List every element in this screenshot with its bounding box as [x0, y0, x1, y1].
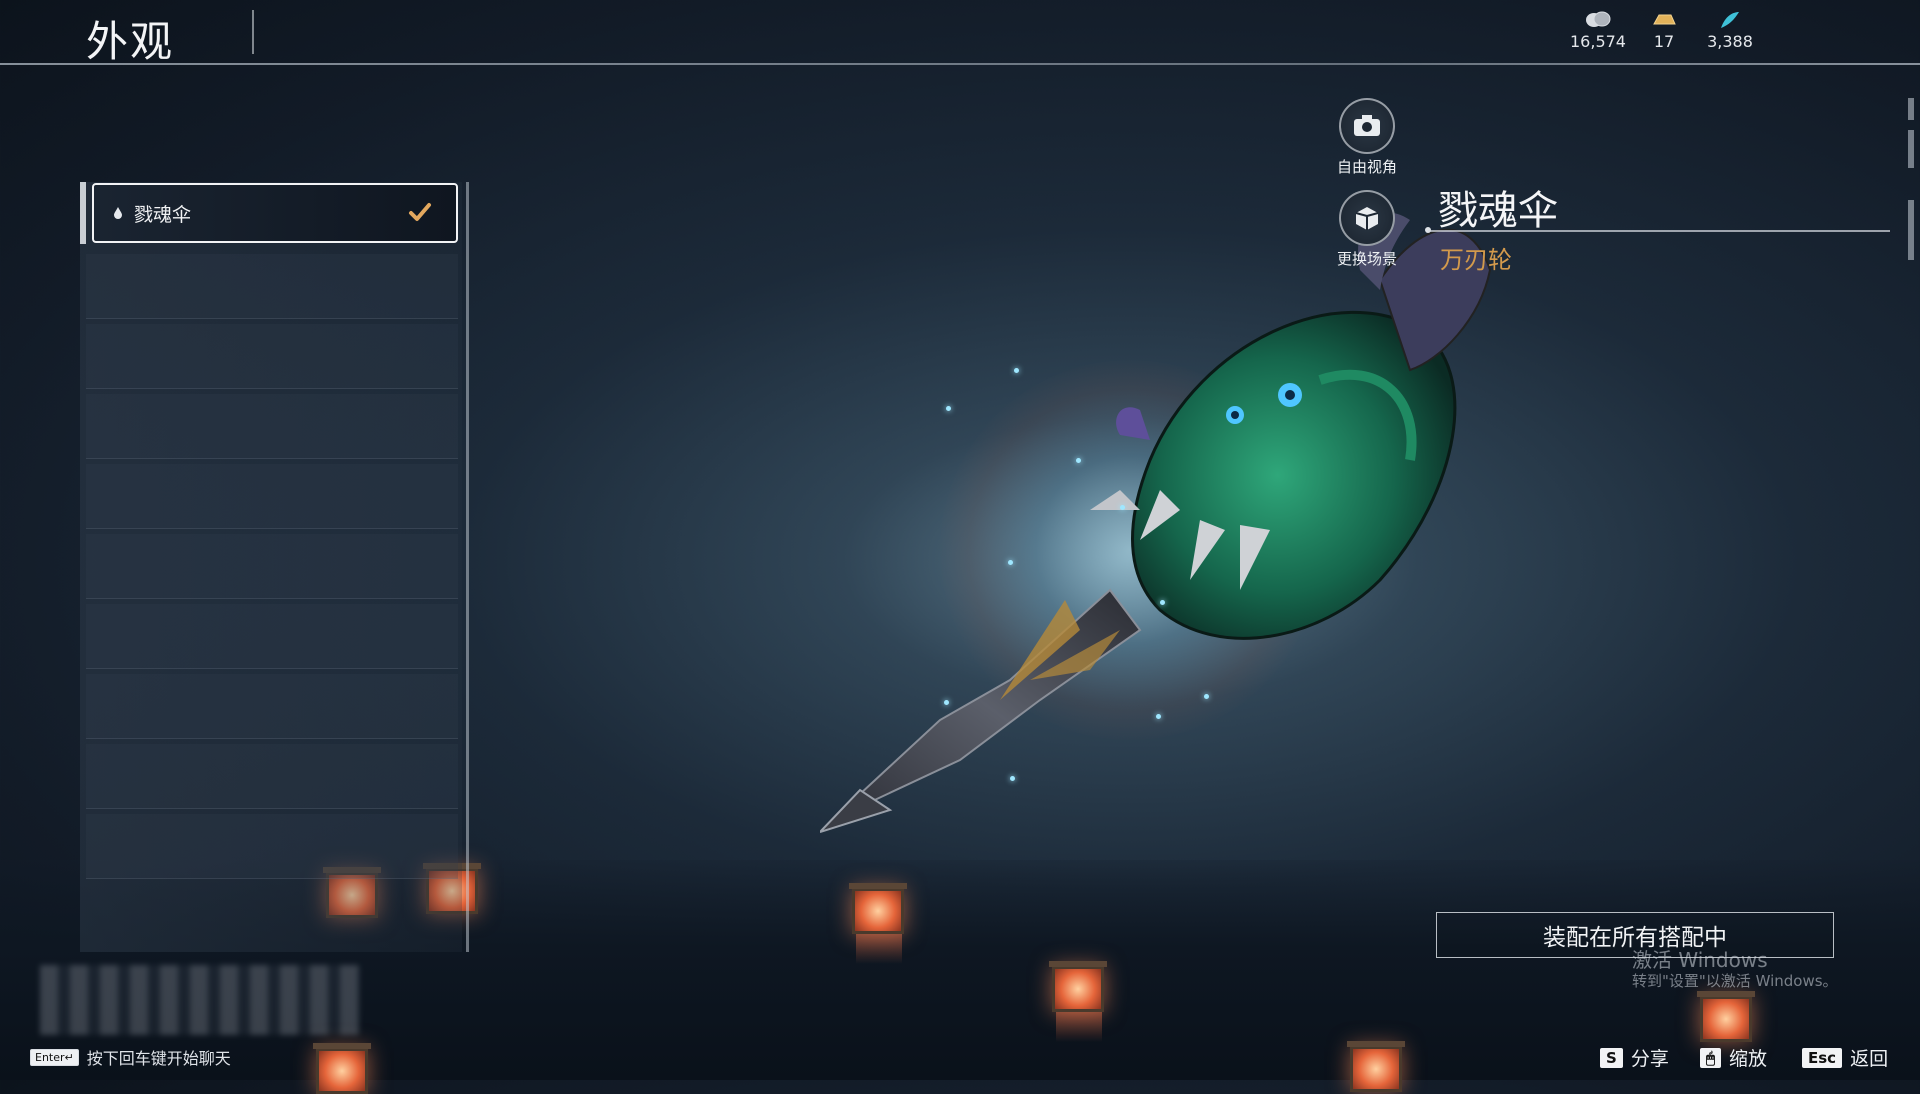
- chat-prompt[interactable]: Enter↵ 按下回车键开始聊天: [30, 1045, 231, 1069]
- item-weapon-type: 万刃轮: [1440, 246, 1512, 274]
- spark: [946, 406, 951, 411]
- enter-key-badge: Enter↵: [30, 1048, 79, 1066]
- spark: [1010, 776, 1015, 781]
- spark: [1014, 368, 1019, 373]
- skin-list-slot[interactable]: [86, 534, 458, 599]
- lantern-reflection: [856, 934, 902, 964]
- share-label: 分享: [1630, 1048, 1669, 1070]
- droplet-icon: [114, 207, 122, 219]
- scene-cube-icon: [1355, 207, 1379, 230]
- chat-prompt-text: 按下回车键开始聊天: [86, 1049, 231, 1068]
- spark: [1076, 458, 1081, 463]
- windows-watermark-subtitle: 转到"设置"以激活 Windows。: [1632, 972, 1838, 990]
- currency-coins: 16,574: [1568, 10, 1628, 51]
- skin-list-slot[interactable]: [86, 464, 458, 529]
- item-divider: [1428, 230, 1890, 232]
- spark: [1008, 560, 1013, 565]
- skin-list-scrollbar[interactable]: [466, 182, 469, 952]
- skin-list-slot[interactable]: [86, 394, 458, 459]
- currency-jade-value: 3,388: [1707, 32, 1753, 51]
- spark: [1160, 600, 1165, 605]
- page-title: 外观: [86, 17, 175, 66]
- right-scroll-marker: [1908, 130, 1914, 168]
- windows-watermark-title: 激活 Windows: [1632, 948, 1768, 972]
- floating-lantern: [1347, 1041, 1405, 1092]
- skin-list-slot[interactable]: [86, 254, 458, 319]
- mouse-icon: 🖱: [1700, 1047, 1722, 1068]
- share-hint[interactable]: S 分享: [1600, 1044, 1669, 1071]
- spark: [1156, 714, 1161, 719]
- lantern-reflection: [1056, 1012, 1102, 1042]
- esc-key: Esc: [1802, 1047, 1843, 1068]
- change-scene-label: 更换场景: [1336, 250, 1397, 268]
- back-hint[interactable]: Esc 返回: [1802, 1044, 1888, 1071]
- right-scroll-marker: [1908, 200, 1914, 260]
- skin-list-slot[interactable]: [86, 604, 458, 669]
- skin-list-slot[interactable]: [86, 324, 458, 389]
- floating-lantern: [849, 883, 907, 934]
- change-scene-tool[interactable]: 更换场景: [1337, 190, 1397, 268]
- currency-jade: 3,388: [1700, 10, 1760, 51]
- selection-rail: [80, 182, 86, 244]
- spark: [944, 700, 949, 705]
- share-key: S: [1600, 1047, 1623, 1068]
- zoom-label: 缩放: [1729, 1048, 1768, 1070]
- top-bar: 外观 16,574 17 3,388: [0, 0, 1920, 66]
- coin-stack-icon: [1586, 11, 1611, 27]
- jade-feather-icon: [1721, 12, 1739, 28]
- free-camera-tool[interactable]: 自由视角: [1337, 98, 1397, 176]
- skin-list-slot[interactable]: [86, 744, 458, 809]
- item-name: 戮魂伞: [1438, 188, 1558, 234]
- free-camera-button[interactable]: [1339, 98, 1395, 154]
- skin-list-item-selected[interactable]: 戮魂伞: [92, 183, 458, 243]
- top-divider: [0, 63, 1920, 65]
- floating-lantern: [313, 1043, 371, 1094]
- currency-ingots-value: 17: [1653, 32, 1675, 51]
- gold-ingot-icon: [1653, 14, 1676, 25]
- chat-history-blurred: [40, 965, 360, 1035]
- floating-lantern: [1697, 991, 1755, 1042]
- zoom-hint[interactable]: 🖱 缩放: [1700, 1044, 1767, 1071]
- skin-list-slot[interactable]: [86, 814, 458, 879]
- back-label: 返回: [1850, 1048, 1889, 1070]
- title-divider: [252, 10, 254, 54]
- free-camera-label: 自由视角: [1336, 158, 1397, 176]
- currency-ingots: 17: [1644, 10, 1684, 51]
- checkmark-icon: [409, 203, 431, 221]
- skin-list-item-label: 戮魂伞: [134, 203, 192, 226]
- weapon-model: [820, 212, 1492, 833]
- spark: [1204, 694, 1209, 699]
- floating-lantern: [1049, 961, 1107, 1012]
- skin-list-slot[interactable]: [86, 674, 458, 739]
- spark: [1120, 505, 1125, 510]
- camera-icon: [1354, 115, 1380, 136]
- currency-coins-value: 16,574: [1570, 32, 1626, 51]
- change-scene-button[interactable]: [1339, 190, 1395, 246]
- right-scroll-marker: [1908, 98, 1914, 120]
